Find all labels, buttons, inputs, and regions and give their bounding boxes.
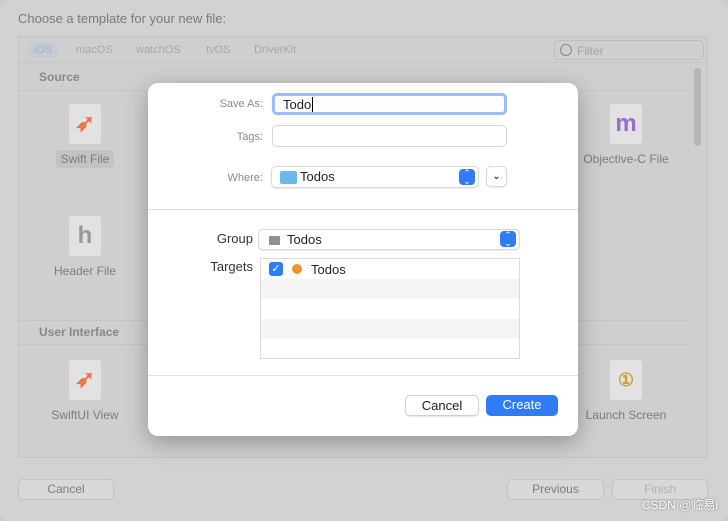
group-value: Todos xyxy=(287,232,322,247)
target-row[interactable]: ✓ Todos xyxy=(261,259,519,279)
template-label: Header File xyxy=(53,264,117,278)
group-popup[interactable]: Todos ⌃ ⌄ xyxy=(258,229,520,250)
targets-list: ✓ Todos xyxy=(260,258,520,359)
template-swiftui-view[interactable]: ➶ SwiftUI View xyxy=(35,360,135,422)
template-label: Launch Screen xyxy=(585,408,667,422)
tab-macos[interactable]: macOS xyxy=(70,42,119,58)
swift-file-icon: ➶ xyxy=(69,104,101,144)
launch-screen-icon: ① xyxy=(610,360,642,400)
template-swift-file[interactable]: ➶ Swift File xyxy=(35,104,135,168)
filter-input[interactable]: Filter xyxy=(554,40,704,60)
tab-watchos[interactable]: watchOS xyxy=(130,42,187,58)
tab-tvos[interactable]: tvOS xyxy=(200,42,236,58)
group-label: Group xyxy=(216,231,253,246)
folder-icon xyxy=(280,171,297,184)
section-source: Source xyxy=(39,70,80,84)
folder-icon xyxy=(269,236,280,245)
template-label: Objective-C File xyxy=(583,152,669,166)
template-objc-file[interactable]: m Objective-C File xyxy=(576,104,676,166)
expand-button[interactable]: ⌄ xyxy=(486,166,507,187)
divider xyxy=(148,375,578,376)
tags-label: Tags: xyxy=(236,131,263,143)
divider xyxy=(148,209,578,210)
target-app-icon xyxy=(292,264,302,274)
stepper-icon: ⌃ ⌄ xyxy=(459,169,475,186)
template-label: SwiftUI View xyxy=(51,408,119,422)
template-launch-screen[interactable]: ① Launch Screen xyxy=(576,360,676,422)
objc-file-icon: m xyxy=(610,104,642,144)
cancel-button-bg[interactable]: Cancel xyxy=(18,479,114,500)
chevron-down-icon: ⌄ xyxy=(492,171,501,182)
filter-icon xyxy=(560,44,572,56)
where-value: Todos xyxy=(300,169,335,184)
filter-placeholder: Filter xyxy=(577,44,604,58)
tab-ios[interactable]: iOS xyxy=(28,42,59,58)
scrollbar[interactable] xyxy=(694,68,701,146)
checkbox-checked-icon[interactable]: ✓ xyxy=(269,262,283,276)
tab-driverkit[interactable]: DriverKit xyxy=(248,42,302,58)
section-user-interface: User Interface xyxy=(39,325,120,339)
tags-input[interactable] xyxy=(272,125,507,147)
create-button[interactable]: Create xyxy=(486,395,558,416)
window-title: Choose a template for your new file: xyxy=(18,11,227,26)
where-popup[interactable]: Todos ⌃ ⌄ xyxy=(271,166,479,188)
stepper-icon: ⌃ ⌄ xyxy=(500,231,516,248)
cancel-button[interactable]: Cancel xyxy=(405,395,479,416)
swift-file-icon: ➶ xyxy=(69,360,101,400)
where-label: Where: xyxy=(227,172,263,184)
template-label: Swift File xyxy=(55,150,115,168)
save-as-value: Todo xyxy=(283,97,312,112)
target-name: Todos xyxy=(311,262,346,277)
previous-button[interactable]: Previous xyxy=(507,479,604,500)
save-as-label: Save As: xyxy=(219,98,263,110)
template-header-file[interactable]: h Header File xyxy=(35,216,135,278)
watermark: CSDN @临易i xyxy=(641,498,718,512)
header-file-icon: h xyxy=(69,216,101,256)
save-dialog: Save As: Todo Tags: Where: Todos ⌃ ⌄ ⌄ Gr… xyxy=(148,83,578,436)
targets-label: Targets xyxy=(210,259,253,274)
save-as-input[interactable]: Todo xyxy=(272,93,507,115)
